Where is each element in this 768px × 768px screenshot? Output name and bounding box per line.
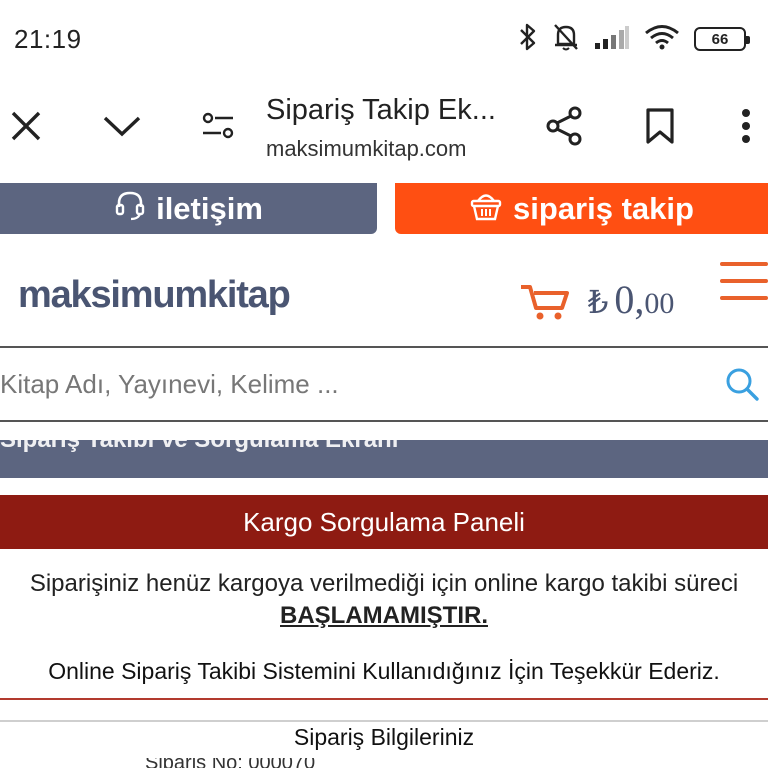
mute-icon: [552, 22, 580, 57]
page-domain[interactable]: maksimumkitap.com: [266, 136, 466, 162]
cargo-status-text: Siparişiniz henüz kargoya verilmediği iç…: [29, 570, 739, 597]
order-track-label: sipariş takip: [513, 190, 694, 226]
divider: [0, 720, 768, 722]
status-time: 21:19: [14, 24, 82, 54]
cargo-status-highlight: BAŞLAMAMIŞTIR.: [280, 602, 488, 629]
page-settings-icon[interactable]: [192, 100, 244, 152]
contact-button[interactable]: iletişim: [0, 183, 377, 234]
headset-icon: [114, 189, 146, 229]
close-icon[interactable]: [0, 100, 52, 152]
hamburger-menu-icon[interactable]: [720, 262, 768, 302]
cargo-panel-title: Kargo Sorgulama Paneli: [243, 506, 525, 537]
status-icons: 66: [518, 22, 750, 57]
site-top-bar: iletişim sipariş takip: [0, 183, 768, 235]
contact-label: iletişim: [156, 190, 263, 226]
cargo-panel-header: Kargo Sorgulama Paneli: [0, 495, 768, 549]
basket-icon: [469, 189, 503, 229]
signal-icon: [594, 25, 630, 54]
bookmark-icon[interactable]: [634, 100, 686, 152]
bluetooth-icon: [518, 22, 538, 57]
page-title[interactable]: Sipariş Takip Ek...: [266, 94, 496, 127]
battery-level: 66: [711, 30, 729, 48]
order-info-title: Sipariş Bilgileriniz: [293, 724, 475, 750]
status-bar: 21:19 66: [0, 0, 768, 78]
wifi-icon: [644, 24, 680, 55]
cart-icon[interactable]: [520, 282, 570, 322]
cart-amount-decimals: 00: [644, 287, 675, 320]
search-input[interactable]: [0, 348, 700, 420]
order-number: Sipariş No: 000070: [145, 758, 315, 768]
cart-amount: 0,: [614, 277, 645, 322]
page-section-title-bar: Sipariş Takibi ve Sorgulama Ekranı: [0, 440, 768, 478]
share-icon[interactable]: [538, 100, 590, 152]
page-section-title: Sipariş Takibi ve Sorgulama Ekranı: [0, 440, 398, 454]
search-bar: [0, 346, 768, 422]
site-header: maksimumkitap ₺ 0,00: [0, 236, 768, 346]
cart-total[interactable]: ₺ 0,00: [588, 276, 674, 323]
chevron-down-icon[interactable]: [96, 100, 148, 152]
divider: [0, 698, 768, 700]
cargo-status-message: Siparişiniz henüz kargoya verilmediği iç…: [20, 568, 748, 632]
more-icon[interactable]: [720, 100, 768, 152]
thank-you-message: Online Sipariş Takibi Sistemini Kullanıd…: [48, 658, 720, 684]
battery-icon: 66: [694, 27, 750, 51]
search-icon[interactable]: [724, 366, 760, 402]
site-logo[interactable]: maksimumkitap: [18, 274, 291, 317]
cart-currency: ₺: [588, 284, 609, 320]
order-info-line: Sipariş No: 000070: [0, 758, 768, 768]
order-track-button[interactable]: sipariş takip: [395, 183, 768, 234]
